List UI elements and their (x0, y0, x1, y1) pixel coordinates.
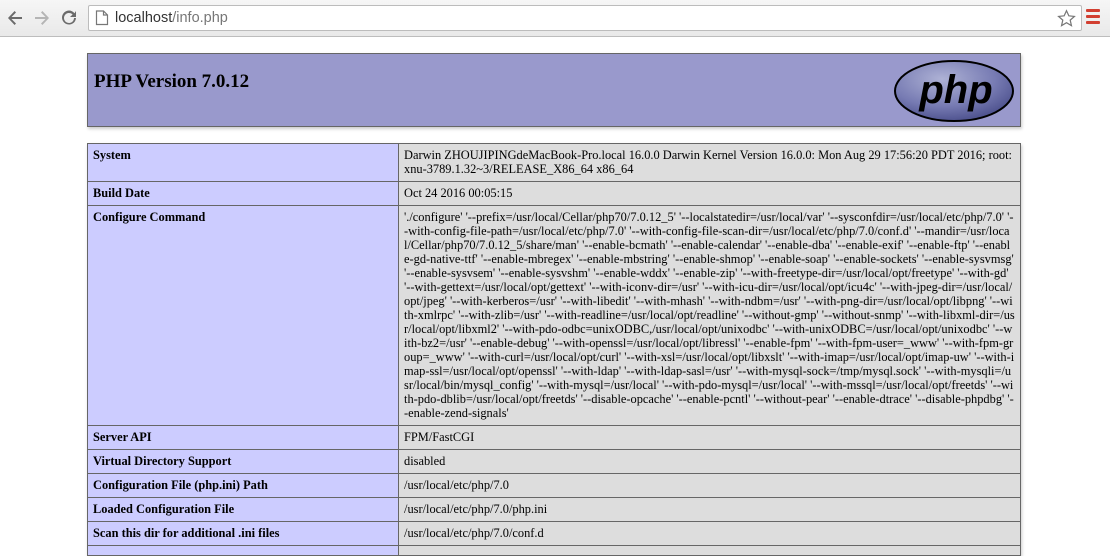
table-row: Virtual Directory Support disabled (87, 449, 1021, 474)
php-logo-text: php (918, 68, 992, 112)
back-button[interactable] (4, 7, 26, 29)
php-logo[interactable]: php (893, 59, 1015, 123)
url-text[interactable]: localhost/info.php (115, 10, 228, 26)
hamburger-menu-icon[interactable] (1086, 9, 1100, 27)
url-path: /info.php (172, 10, 228, 26)
reload-button[interactable] (58, 7, 80, 29)
table-row: Build Date Oct 24 2016 00:05:15 (87, 181, 1021, 206)
arrow-right-icon (35, 11, 49, 25)
row-value: /usr/local/etc/php/7.0 (398, 473, 1021, 498)
table-row: Configuration File (php.ini) Path/usr/lo… (87, 473, 1021, 498)
row-key: Configuration File (php.ini) Path (87, 473, 399, 498)
star-icon[interactable] (1057, 9, 1076, 28)
row-key: Virtual Directory Support (87, 449, 399, 474)
page-icon (95, 10, 109, 26)
forward-button[interactable] (31, 7, 53, 29)
table-row: Server API FPM/FastCGI (87, 425, 1021, 450)
url-host: localhost (115, 10, 173, 26)
row-value: Oct 24 2016 00:05:15 (398, 181, 1021, 206)
reload-icon (62, 10, 76, 25)
arrow-left-icon (8, 11, 22, 25)
phpinfo-content: PHP Version 7.0.12 php System Darwin ZHOU… (87, 53, 1021, 556)
info-table: System Darwin ZHOUJIPINGdeMacBook-Pro.loc… (87, 143, 1021, 556)
row-value: FPM/FastCGI (398, 425, 1021, 450)
menu-bar (1086, 15, 1100, 18)
table-row: System Darwin ZHOUJIPINGdeMacBook-Pro.loc… (87, 143, 1021, 182)
row-value: disabled (398, 449, 1021, 474)
row-key: Loaded Configuration File (87, 497, 399, 522)
php-header: PHP Version 7.0.12 php (87, 53, 1021, 127)
row-value (398, 545, 1021, 556)
row-key: Build Date (87, 181, 399, 206)
menu-bar (1086, 21, 1100, 24)
row-key: Server API (87, 425, 399, 450)
table-row: Configure Command './configure' '--prefix… (87, 205, 1021, 426)
page-title: PHP Version 7.0.12 (94, 71, 250, 92)
table-row (87, 545, 1021, 556)
row-key: Configure Command (87, 205, 399, 426)
info-table-body: System Darwin ZHOUJIPINGdeMacBook-Pro.loc… (87, 143, 1021, 556)
table-row: Loaded Configuration File/usr/local/etc/… (87, 497, 1021, 522)
row-key (87, 545, 399, 556)
address-bar[interactable]: localhost/info.php (88, 5, 1082, 31)
row-value: Darwin ZHOUJIPINGdeMacBook-Pro.local 16.… (398, 143, 1021, 182)
row-key: System (87, 143, 399, 182)
row-value: './configure' '--prefix=/usr/local/Cella… (398, 205, 1021, 426)
menu-bar (1086, 9, 1100, 12)
row-value: /usr/local/etc/php/7.0/php.ini (398, 497, 1021, 522)
browser-toolbar: localhost/info.php (0, 0, 1110, 37)
